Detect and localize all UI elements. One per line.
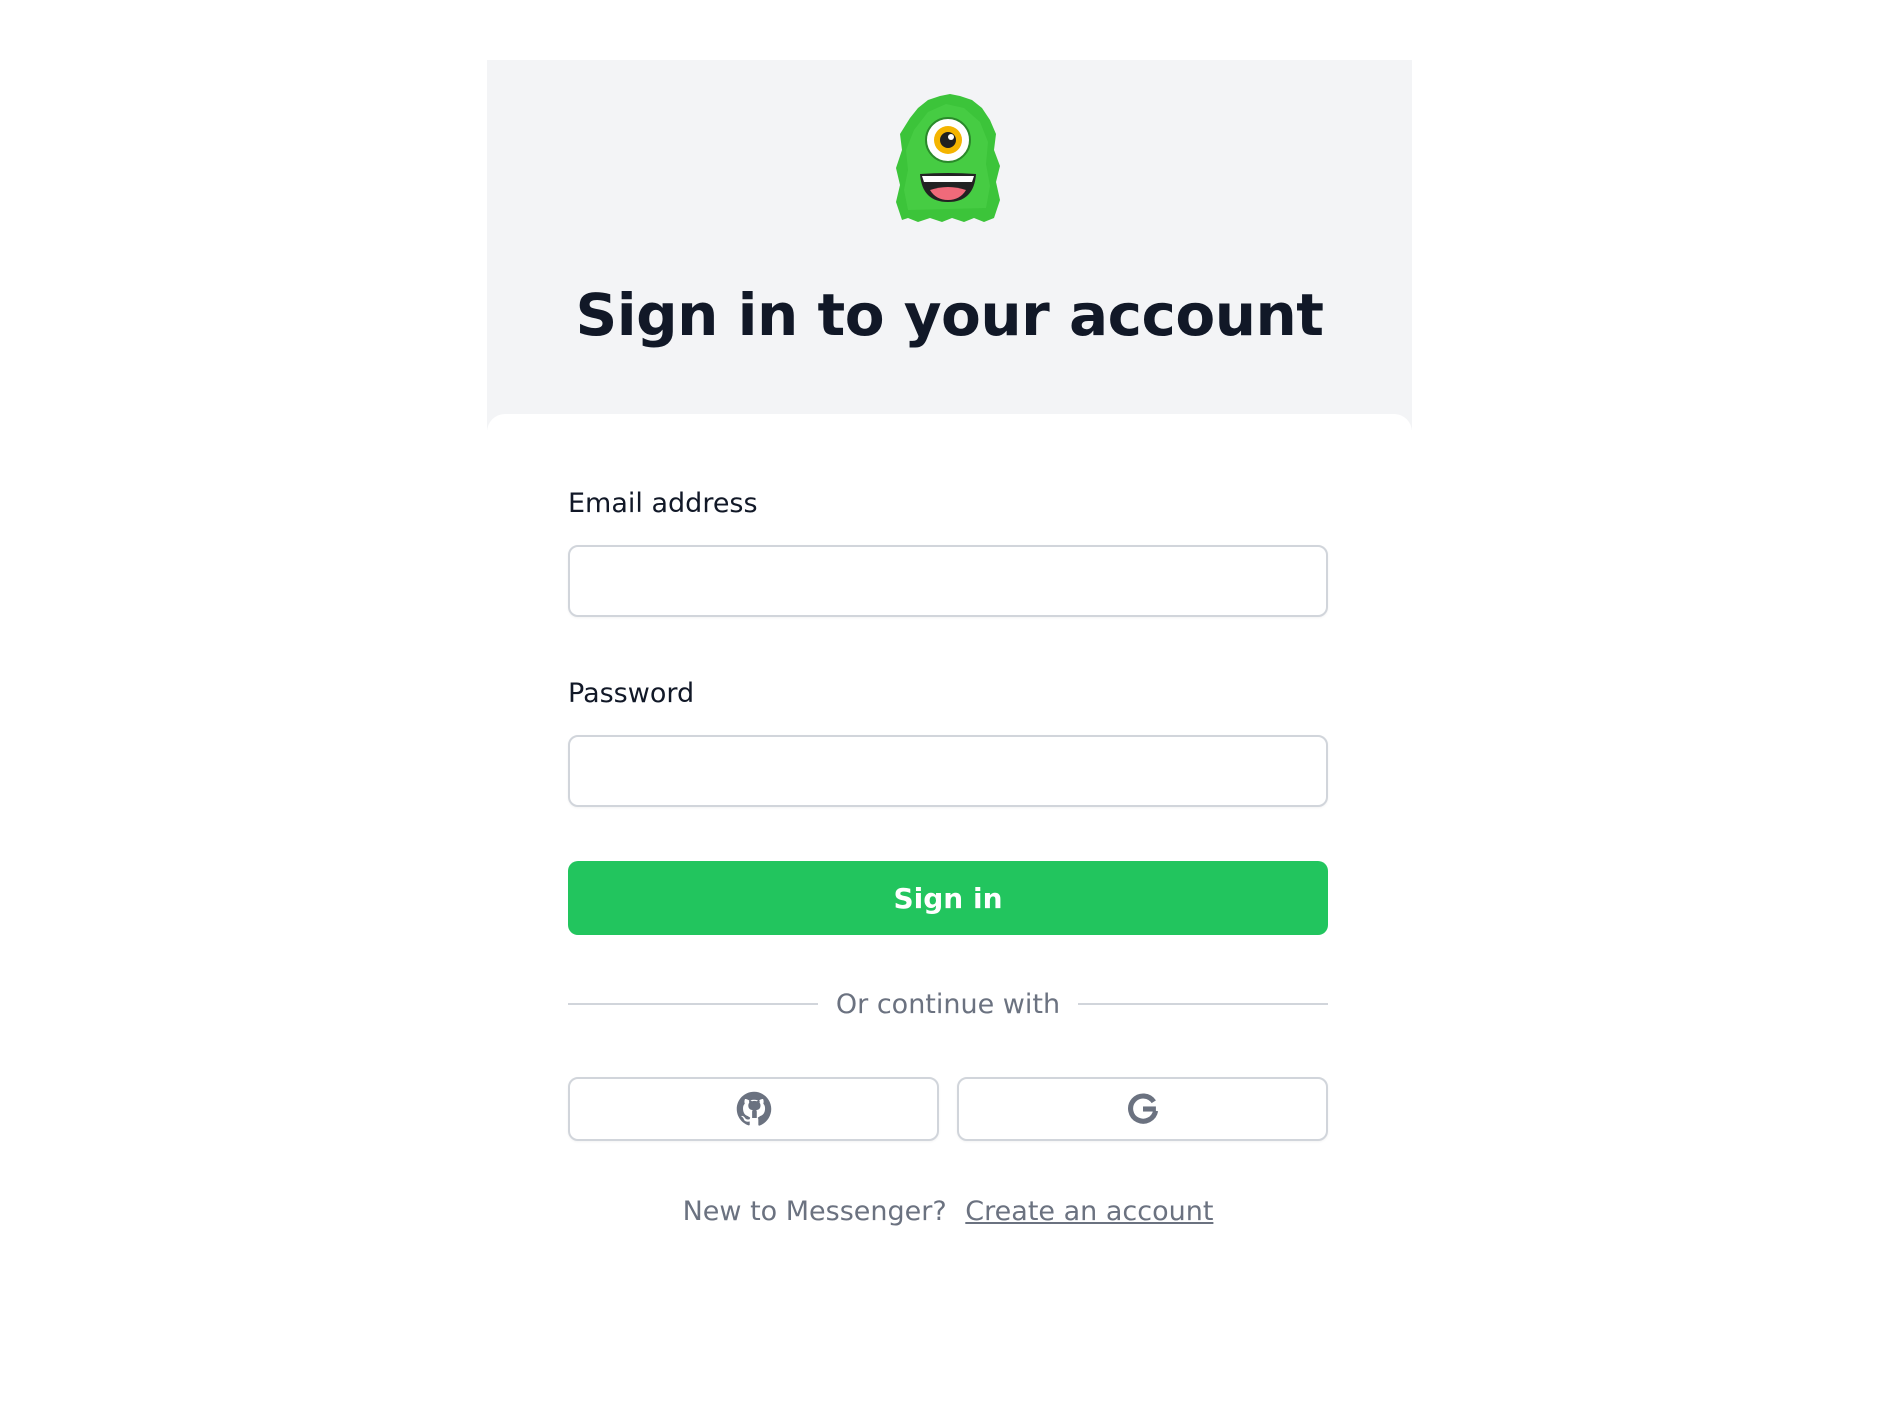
email-field[interactable] [568, 545, 1328, 617]
divider-label: Or continue with [817, 989, 1079, 1020]
page-title: Sign in to your account [575, 281, 1324, 349]
sign-in-page: Sign in to your account Email address Pa… [0, 0, 1890, 1417]
github-sign-in-button[interactable] [568, 1077, 939, 1141]
divider-text: Or continue with [568, 985, 1328, 1025]
google-icon [1127, 1093, 1158, 1124]
email-label: Email address [568, 488, 758, 519]
sign-up-prompt: New to Messenger? Create an account [568, 1192, 1328, 1232]
sign-in-button[interactable]: Sign in [568, 861, 1328, 935]
sign-up-prompt-text: New to Messenger? [682, 1196, 947, 1227]
create-account-link[interactable]: Create an account [965, 1196, 1213, 1227]
github-icon [736, 1091, 771, 1126]
password-label: Password [568, 678, 695, 709]
google-sign-in-button[interactable] [957, 1077, 1328, 1141]
password-field[interactable] [568, 735, 1328, 807]
monster-logo [896, 94, 1000, 222]
